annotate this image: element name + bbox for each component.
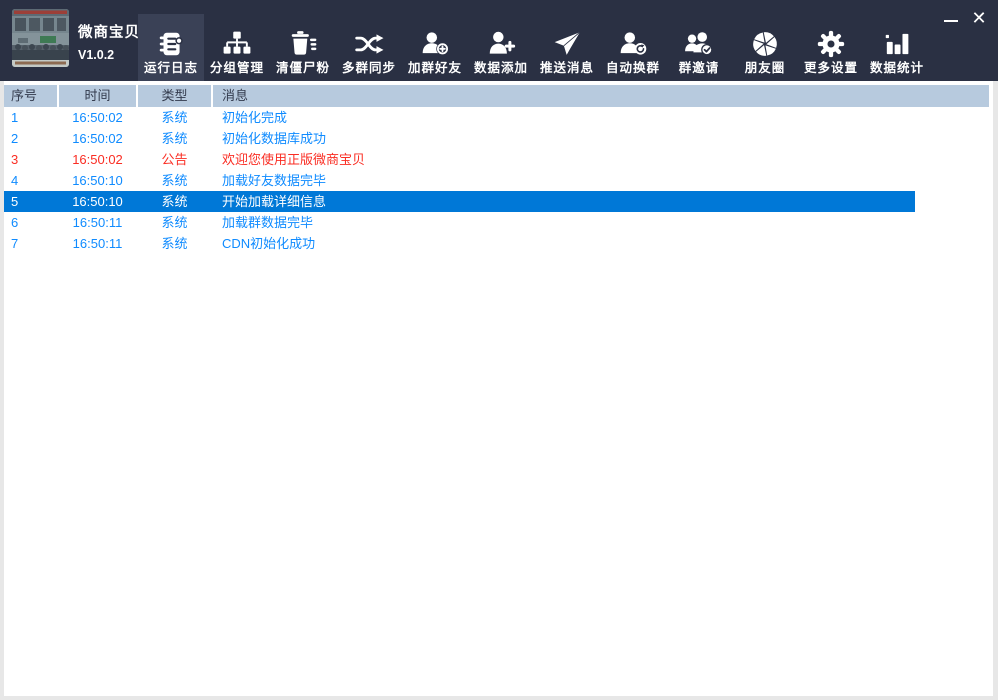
toolbar-item-label: 群邀请 — [679, 62, 720, 75]
cell-time: 16:50:10 — [59, 170, 136, 191]
minimize-icon — [944, 20, 958, 22]
table-row[interactable]: 416:50:10系统加载好友数据完毕 — [4, 170, 989, 191]
toolbar-item-label: 数据统计 — [870, 62, 924, 75]
toolbar-item-6[interactable]: 推送消息 — [534, 14, 600, 81]
column-header-seq[interactable]: 序号 — [4, 85, 57, 107]
cell-time: 16:50:02 — [59, 107, 136, 128]
toolbar-item-label: 更多设置 — [804, 62, 858, 75]
toolbar-item-label: 自动换群 — [606, 62, 660, 75]
cell-seq: 7 — [4, 233, 57, 254]
toolbar-item-label: 运行日志 — [144, 62, 198, 75]
cell-time: 16:50:02 — [59, 149, 136, 170]
toolbar-item-label: 朋友圈 — [745, 62, 786, 75]
column-header-message[interactable]: 消息 — [213, 85, 989, 107]
toolbar: 微商宝贝 V1.0.2 运行日志分组管理清僵尸粉多群同步加群好友数据添加推送消息… — [0, 0, 998, 81]
person-plus-icon — [486, 29, 516, 59]
toolbar-item-8[interactable]: 群邀请 — [666, 14, 732, 81]
toolbar-item-7[interactable]: 自动换群 — [600, 14, 666, 81]
table-row[interactable]: 216:50:02系统初始化数据库成功 — [4, 128, 989, 149]
cell-seq: 2 — [4, 128, 57, 149]
toolbar-item-label: 清僵尸粉 — [276, 62, 330, 75]
toolbar-item-9[interactable]: 朋友圈 — [732, 14, 798, 81]
person-refresh-icon — [618, 29, 648, 59]
cell-message: 加载群数据完毕 — [213, 212, 989, 233]
cell-seq: 6 — [4, 212, 57, 233]
app-name: 微商宝贝 — [78, 21, 140, 42]
cell-message: 加载好友数据完毕 — [213, 170, 989, 191]
cell-message: 初始化完成 — [213, 107, 989, 128]
app-title-block: 微商宝贝 V1.0.2 — [78, 21, 140, 62]
cell-message: 开始加载详细信息 — [213, 191, 989, 212]
log-table-body: 116:50:02系统初始化完成216:50:02系统初始化数据库成功316:5… — [4, 107, 989, 254]
table-row[interactable]: 316:50:02公告欢迎您使用正版微商宝贝 — [4, 149, 989, 170]
person-add-circle-icon — [420, 29, 450, 59]
window-border-bottom — [0, 696, 998, 700]
cell-message: CDN初始化成功 — [213, 233, 989, 254]
cell-type: 系统 — [138, 212, 211, 233]
shuffle-sync-icon — [354, 29, 384, 59]
org-chart-icon — [222, 29, 252, 59]
log-icon — [156, 29, 186, 59]
cell-seq: 4 — [4, 170, 57, 191]
cell-type: 系统 — [138, 170, 211, 191]
cell-time: 16:50:11 — [59, 212, 136, 233]
toolbar-item-label: 分组管理 — [210, 62, 264, 75]
app-logo — [12, 9, 69, 67]
table-row[interactable]: 716:50:11系统CDN初始化成功 — [4, 233, 989, 254]
toolbar-item-1[interactable]: 分组管理 — [204, 14, 270, 81]
toolbar-item-label: 多群同步 — [342, 62, 396, 75]
cell-type: 系统 — [138, 107, 211, 128]
table-row[interactable]: 516:50:10系统开始加载详细信息 — [4, 191, 989, 212]
toolbar-items: 运行日志分组管理清僵尸粉多群同步加群好友数据添加推送消息自动换群 群邀请 朋友圈 更多… — [138, 0, 930, 81]
cell-message: 初始化数据库成功 — [213, 128, 989, 149]
toolbar-item-10[interactable]: 更多设置 — [798, 14, 864, 81]
log-table-header: 序号 时间 类型 消息 — [4, 85, 989, 107]
table-row[interactable]: 616:50:11系统加载群数据完毕 — [4, 212, 989, 233]
trash-clean-icon — [288, 29, 318, 59]
cell-message: 欢迎您使用正版微商宝贝 — [213, 149, 989, 170]
toolbar-item-label: 加群好友 — [408, 62, 462, 75]
bar-chart-icon — [882, 29, 912, 59]
toolbar-item-11[interactable]: 数据统计 — [864, 14, 930, 81]
column-header-time[interactable]: 时间 — [59, 85, 136, 107]
cell-seq: 1 — [4, 107, 57, 128]
close-button[interactable]: ✕ — [966, 6, 992, 30]
cell-time: 16:50:10 — [59, 191, 136, 212]
cell-time: 16:50:11 — [59, 233, 136, 254]
cell-type: 系统 — [138, 191, 211, 212]
window-border-right — [993, 81, 998, 700]
people-check-icon — [684, 29, 714, 59]
toolbar-item-3[interactable]: 多群同步 — [336, 14, 402, 81]
close-icon: ✕ — [971, 9, 986, 27]
cell-type: 公告 — [138, 149, 211, 170]
minimize-button[interactable] — [938, 6, 964, 30]
table-row[interactable]: 116:50:02系统初始化完成 — [4, 107, 989, 128]
toolbar-item-label: 数据添加 — [474, 62, 528, 75]
toolbar-item-0[interactable]: 运行日志 — [138, 14, 204, 81]
cell-seq: 5 — [4, 191, 57, 212]
toolbar-item-label: 推送消息 — [540, 62, 594, 75]
gear-icon — [816, 29, 846, 59]
aperture-icon — [750, 29, 780, 59]
cell-seq: 3 — [4, 149, 57, 170]
cell-type: 系统 — [138, 233, 211, 254]
toolbar-item-4[interactable]: 加群好友 — [402, 14, 468, 81]
cell-time: 16:50:02 — [59, 128, 136, 149]
app-version: V1.0.2 — [78, 48, 140, 62]
cell-type: 系统 — [138, 128, 211, 149]
paper-plane-icon — [552, 29, 582, 59]
log-table: 序号 时间 类型 消息 116:50:02系统初始化完成216:50:02系统初… — [4, 85, 989, 254]
toolbar-item-5[interactable]: 数据添加 — [468, 14, 534, 81]
toolbar-item-2[interactable]: 清僵尸粉 — [270, 14, 336, 81]
column-header-type[interactable]: 类型 — [138, 85, 211, 107]
